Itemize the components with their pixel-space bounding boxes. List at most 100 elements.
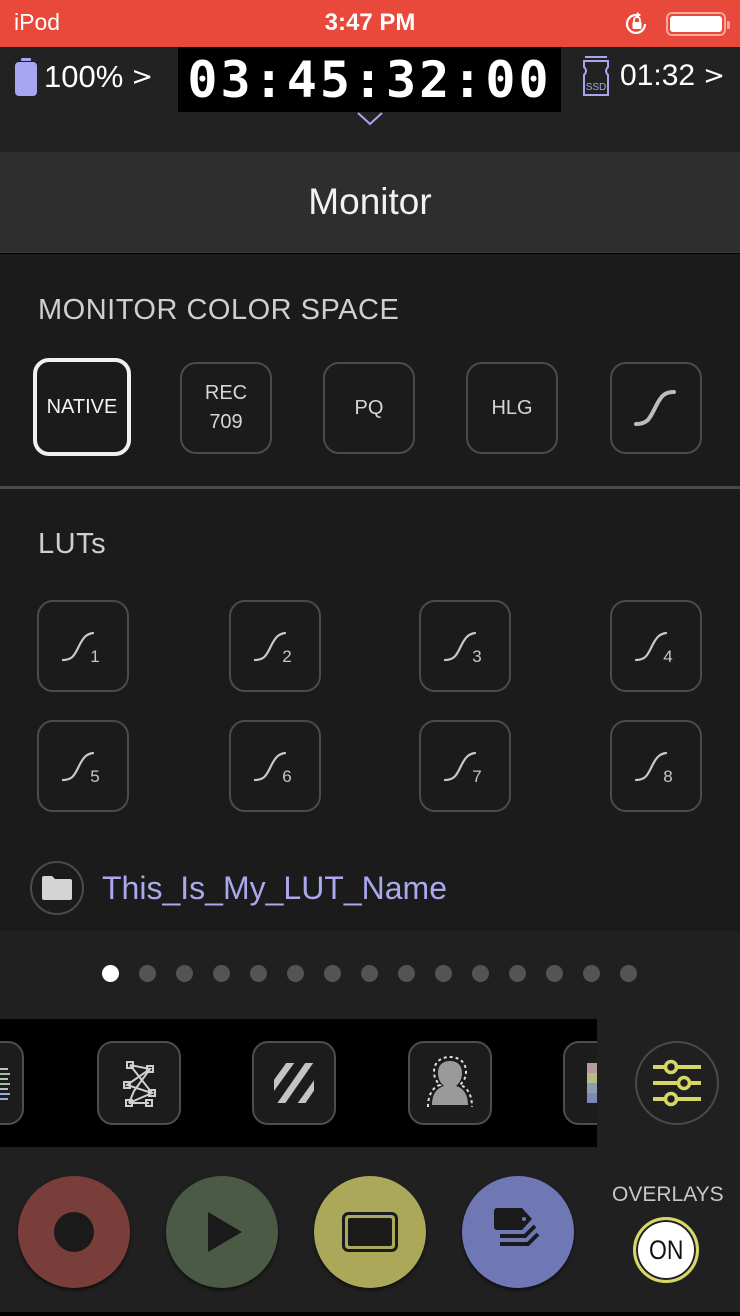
lut-slot-button[interactable]: 4: [610, 600, 702, 692]
lut-curve-icon: 7: [443, 751, 482, 786]
overlays-label: OVERLAYS: [612, 1183, 724, 1206]
overlays-toggle[interactable]: ON: [633, 1217, 699, 1283]
color-bars-tool-button[interactable]: [563, 1041, 597, 1125]
lut-slot-button[interactable]: 6: [229, 720, 321, 812]
chevron-down-icon[interactable]: [356, 111, 384, 127]
chevron-right-icon: >: [703, 61, 725, 91]
color-space-rec709-button[interactable]: REC 709: [180, 362, 272, 454]
media-remaining-time: 01:32: [620, 59, 696, 92]
lut-slot-button[interactable]: 2: [229, 600, 321, 692]
svg-text:2: 2: [282, 647, 291, 666]
media-remaining-button[interactable]: SSD 01:32 >: [580, 52, 725, 100]
lut-slot-button[interactable]: 3: [419, 600, 511, 692]
lut-curve-icon: 2: [253, 631, 292, 666]
page-dot[interactable]: [620, 965, 637, 982]
waveform-icon: [0, 1068, 10, 1100]
page-title: Monitor: [308, 181, 432, 222]
current-lut-name[interactable]: This_Is_My_LUT_Name: [102, 870, 447, 907]
device-battery-icon: [666, 12, 730, 36]
page-dot[interactable]: [250, 965, 267, 982]
sliders-icon: [653, 1059, 701, 1107]
page-dot[interactable]: [176, 965, 193, 982]
monitor-mode-button[interactable]: [314, 1176, 426, 1288]
page-dot[interactable]: [472, 965, 489, 982]
tags-stack-icon: [494, 1208, 540, 1246]
monitor-panel: MONITOR COLOR SPACE NATIVE REC 709 PQ HL…: [0, 254, 740, 931]
lut-name-row: This_Is_My_LUT_Name: [30, 861, 447, 915]
ssd-icon: SSD: [583, 56, 609, 96]
monitor-color-space-label: MONITOR COLOR SPACE: [38, 294, 400, 326]
page-dot[interactable]: [324, 965, 341, 982]
waveform-tool-button[interactable]: [0, 1041, 24, 1125]
battery-level-button[interactable]: 100% >: [14, 57, 153, 97]
timecode-display[interactable]: 03:45:32:00: [178, 47, 561, 112]
color-space-pq-button[interactable]: PQ: [323, 362, 415, 454]
chevron-right-icon: >: [131, 62, 154, 92]
lut-slot-button[interactable]: 5: [37, 720, 129, 812]
orientation-lock-icon: [625, 12, 647, 35]
color-space-custom-curve-button[interactable]: [610, 362, 702, 454]
page-dot[interactable]: [435, 965, 452, 982]
svg-text:3: 3: [472, 647, 481, 666]
folder-icon: [42, 876, 72, 900]
lut-curve-icon: 1: [61, 631, 100, 666]
record-icon: [54, 1212, 94, 1252]
focus-peaking-person-icon: [427, 1055, 473, 1108]
native-label: NATIVE: [46, 395, 118, 418]
color-space-hlg-button[interactable]: HLG: [466, 362, 558, 454]
lut-curve-icon: 3: [443, 631, 482, 666]
page-indicator-bar: [0, 931, 740, 1019]
overlays-state: ON: [648, 1234, 684, 1265]
zebra-tool-button[interactable]: [97, 1041, 181, 1125]
page-dot[interactable]: [509, 965, 526, 982]
page-dot[interactable]: [398, 965, 415, 982]
lut-curve-icon: 8: [634, 751, 673, 786]
color-space-native-button[interactable]: NATIVE: [33, 358, 131, 456]
lut-slot-button[interactable]: 7: [419, 720, 511, 812]
lut-curve-icon: 4: [634, 631, 673, 666]
page-dot[interactable]: [361, 965, 378, 982]
color-bars-icon: [587, 1063, 597, 1103]
page-dot[interactable]: [546, 965, 563, 982]
page-dot[interactable]: [213, 965, 230, 982]
timecode-value: 03:45:32:00: [187, 50, 552, 109]
bottom-controls: OVERLAYS ON: [0, 1147, 740, 1316]
play-button[interactable]: [166, 1176, 278, 1288]
tool-strip[interactable]: [0, 1019, 597, 1147]
svg-text:4: 4: [663, 647, 672, 666]
svg-text:7: 7: [472, 767, 481, 786]
false-color-tool-button[interactable]: [252, 1041, 336, 1125]
lut-folder-button[interactable]: [30, 861, 84, 915]
page-dot[interactable]: [287, 965, 304, 982]
battery-icon: [14, 58, 38, 96]
status-bar: iPod 3:47 PM: [0, 0, 740, 47]
tool-settings-button[interactable]: [635, 1041, 719, 1125]
svg-text:SSD: SSD: [586, 82, 607, 93]
stripes-icon: [274, 1063, 314, 1103]
screen-edge: [0, 1312, 740, 1316]
lut-curve-icon: 6: [253, 751, 292, 786]
page-dot[interactable]: [102, 965, 119, 982]
svg-text:1: 1: [90, 647, 99, 666]
rec709-label-line1: REC: [204, 382, 248, 404]
luts-label: LUTs: [38, 528, 107, 560]
page-dot[interactable]: [139, 965, 156, 982]
rec709-label-line2: 709: [209, 411, 243, 433]
lut-slot-button[interactable]: 1: [37, 600, 129, 692]
record-button[interactable]: [18, 1176, 130, 1288]
lut-slot-button[interactable]: 8: [610, 720, 702, 812]
battery-percent: 100%: [44, 59, 124, 94]
lut-curve-icon: 5: [61, 751, 100, 786]
settings-strip: [597, 1019, 740, 1147]
curve-icon: [634, 390, 676, 426]
svg-text:8: 8: [663, 767, 672, 786]
section-divider: [0, 486, 740, 489]
tags-button[interactable]: [462, 1176, 574, 1288]
zebra-pattern-icon: [123, 1061, 156, 1107]
page-dot[interactable]: [583, 965, 600, 982]
focus-peaking-tool-button[interactable]: [408, 1041, 492, 1125]
svg-text:6: 6: [282, 767, 291, 786]
recorder-header: 100% > 03:45:32:00 SSD 01:32 >: [0, 47, 740, 152]
pq-label: PQ: [354, 396, 384, 419]
play-icon: [208, 1212, 242, 1252]
